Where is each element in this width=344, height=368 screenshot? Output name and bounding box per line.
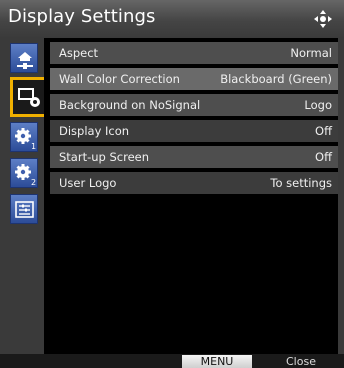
menu-button[interactable]: MENU [182, 355, 252, 368]
row-aspect[interactable]: Aspect Normal [50, 42, 338, 64]
sidebar-tab-display[interactable] [10, 77, 44, 117]
row-value: Blackboard (Green) [220, 72, 332, 86]
row-value: Normal [290, 46, 332, 60]
settings-list: Aspect Normal Wall Color Correction Blac… [44, 38, 338, 354]
row-start-up-screen[interactable]: Start-up Screen Off [50, 146, 338, 168]
row-label: Start-up Screen [59, 150, 150, 164]
image-adjust-icon [17, 52, 33, 69]
row-wall-color-correction[interactable]: Wall Color Correction Blackboard (Green) [50, 68, 338, 90]
svg-text:1: 1 [31, 142, 36, 151]
gear-2-icon: 2 [15, 164, 36, 187]
row-label: Wall Color Correction [59, 72, 180, 86]
page-title: Display Settings [8, 6, 156, 27]
row-value: Off [315, 124, 332, 138]
row-value: Logo [304, 98, 332, 112]
sidebar-tab-image[interactable] [10, 43, 38, 73]
sidebar-tab-info[interactable] [10, 194, 38, 224]
title-bar: Display Settings [0, 0, 344, 38]
sidebar-tab-settings-2[interactable]: 2 [10, 158, 38, 188]
row-user-logo[interactable]: User Logo To settings [50, 172, 338, 194]
row-label: Background on NoSignal [59, 98, 201, 112]
row-label: Aspect [59, 46, 99, 60]
row-label: Display Icon [59, 124, 130, 138]
row-value: Off [315, 150, 332, 164]
four-way-arrows-icon [314, 10, 332, 28]
info-panel-icon [15, 201, 34, 218]
row-label: User Logo [59, 176, 117, 190]
sidebar: 1 2 [0, 38, 44, 354]
row-background-on-nosignal[interactable]: Background on NoSignal Logo [50, 94, 338, 116]
row-value: To settings [270, 176, 332, 190]
gear-1-icon: 1 [15, 128, 36, 151]
display-gear-icon [18, 88, 40, 107]
close-label: Close [286, 355, 316, 368]
svg-text:2: 2 [31, 178, 36, 187]
sidebar-tab-settings-1[interactable]: 1 [10, 122, 38, 152]
row-display-icon[interactable]: Display Icon Off [50, 120, 338, 142]
